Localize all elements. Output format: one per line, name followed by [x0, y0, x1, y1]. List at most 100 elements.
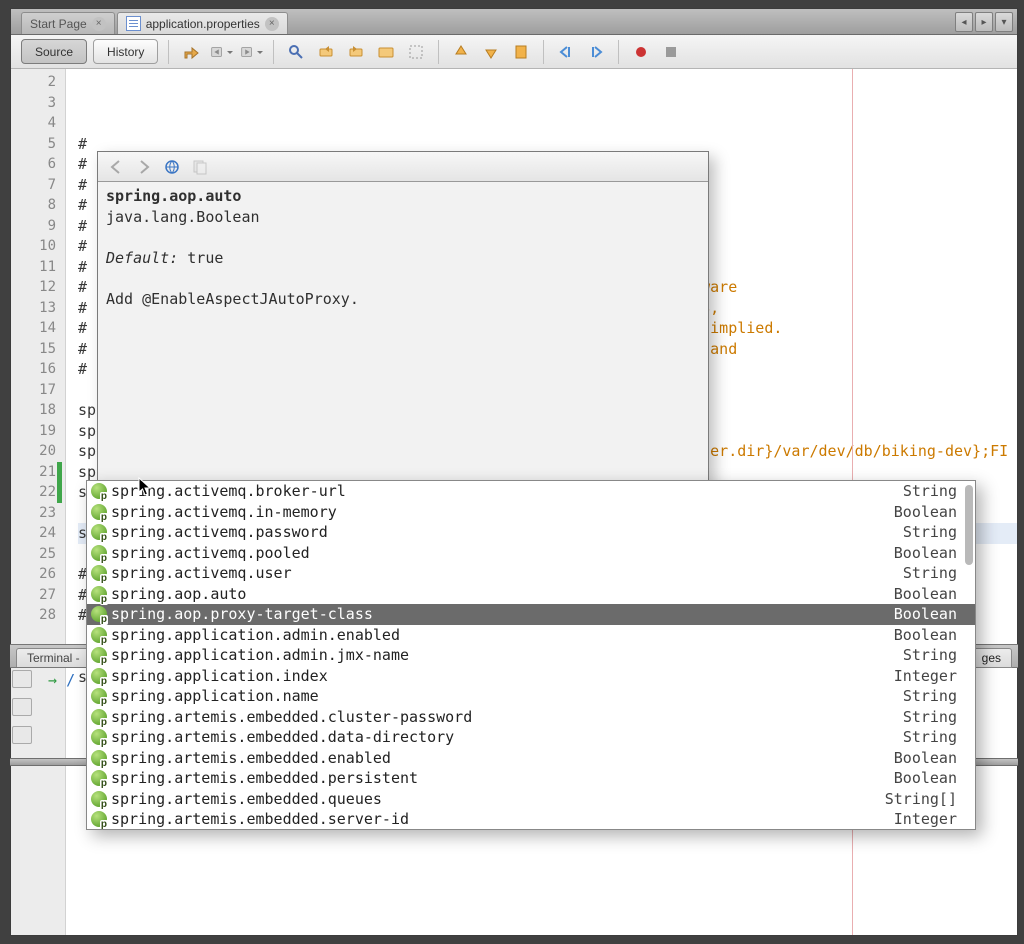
- forward-button[interactable]: [239, 40, 263, 64]
- back-button[interactable]: [209, 40, 233, 64]
- separator: [618, 40, 619, 64]
- autocomplete-type: Integer: [894, 666, 957, 687]
- tab-close-icon[interactable]: ×: [92, 17, 106, 31]
- property-icon: [91, 668, 107, 684]
- terminal-tab-label: Terminal -: [27, 651, 80, 665]
- autocomplete-scrollbar[interactable]: [965, 485, 973, 565]
- scroll-tabs-right-button[interactable]: ▸: [975, 12, 993, 32]
- tab-start-page[interactable]: Start Page ×: [21, 12, 115, 34]
- doc-back-icon[interactable]: [106, 157, 126, 177]
- autocomplete-key: spring.artemis.embedded.cluster-password: [111, 707, 899, 728]
- line-number: 22: [11, 482, 56, 503]
- terminal-tab[interactable]: Terminal -: [16, 648, 91, 667]
- scroll-tabs-left-button[interactable]: ◂: [955, 12, 973, 32]
- tab-application-properties[interactable]: application.properties ×: [117, 12, 288, 34]
- autocomplete-type: String: [903, 707, 957, 728]
- autocomplete-type: String: [903, 727, 957, 748]
- toggle-bookmark-button[interactable]: [509, 40, 533, 64]
- autocomplete-key: spring.artemis.embedded.enabled: [111, 748, 890, 769]
- autocomplete-type: String: [903, 563, 957, 584]
- autocomplete-item[interactable]: spring.activemq.broker-urlString: [87, 481, 975, 502]
- line-number: 26: [11, 564, 56, 585]
- autocomplete-item[interactable]: spring.artemis.embedded.server-idInteger: [87, 809, 975, 830]
- property-icon: [91, 729, 107, 745]
- doc-open-browser-icon[interactable]: [162, 157, 182, 177]
- autocomplete-item[interactable]: spring.activemq.in-memoryBoolean: [87, 502, 975, 523]
- property-icon: [91, 647, 107, 663]
- tab-label: Start Page: [30, 17, 87, 31]
- property-icon: [91, 483, 107, 499]
- line-number: 7: [11, 175, 56, 196]
- autocomplete-type: String[]: [885, 789, 957, 810]
- autocomplete-key: spring.application.admin.jmx-name: [111, 645, 899, 666]
- autocomplete-item[interactable]: spring.artemis.embedded.enabledBoolean: [87, 748, 975, 769]
- find-selection-button[interactable]: [284, 40, 308, 64]
- autocomplete-item[interactable]: spring.aop.autoBoolean: [87, 584, 975, 605]
- view-history-button[interactable]: History: [93, 39, 158, 64]
- bottom-right-tab[interactable]: ges: [971, 648, 1012, 668]
- line-number: 10: [11, 236, 56, 257]
- line-number: 6: [11, 154, 56, 175]
- autocomplete-item[interactable]: spring.activemq.pooledBoolean: [87, 543, 975, 564]
- last-edit-location-button[interactable]: [179, 40, 203, 64]
- toggle-highlight-button[interactable]: [374, 40, 398, 64]
- line-number: 5: [11, 134, 56, 155]
- autocomplete-item[interactable]: spring.artemis.embedded.queuesString[]: [87, 789, 975, 810]
- autocomplete-popup[interactable]: spring.activemq.broker-urlStringspring.a…: [86, 480, 976, 830]
- autocomplete-key: spring.artemis.embedded.data-directory: [111, 727, 899, 748]
- property-icon: [91, 770, 107, 786]
- autocomplete-type: Boolean: [894, 748, 957, 769]
- autocomplete-item[interactable]: spring.application.admin.jmx-nameString: [87, 645, 975, 666]
- line-number: 16: [11, 359, 56, 380]
- start-macro-recording-button[interactable]: [629, 40, 653, 64]
- doc-popup-body: spring.aop.auto java.lang.Boolean Defaul…: [98, 182, 708, 309]
- line-number: 8: [11, 195, 56, 216]
- autocomplete-type: Integer: [894, 809, 957, 830]
- autocomplete-item[interactable]: spring.aop.proxy-target-classBoolean: [87, 604, 975, 625]
- autocomplete-item[interactable]: spring.activemq.userString: [87, 563, 975, 584]
- view-source-button[interactable]: Source: [21, 39, 87, 64]
- doc-popup-toolbar: [98, 152, 708, 182]
- shift-line-left-button[interactable]: [554, 40, 578, 64]
- terminal-tool-2[interactable]: [12, 698, 32, 716]
- autocomplete-key: spring.aop.auto: [111, 584, 890, 605]
- terminal-tool-1[interactable]: [12, 670, 32, 688]
- autocomplete-key: spring.application.name: [111, 686, 899, 707]
- find-next-button[interactable]: [344, 40, 368, 64]
- autocomplete-item[interactable]: spring.application.indexInteger: [87, 666, 975, 687]
- tab-label: application.properties: [146, 17, 260, 31]
- shift-line-right-button[interactable]: [584, 40, 608, 64]
- terminal-tool-3[interactable]: [12, 726, 32, 744]
- autocomplete-item[interactable]: spring.artemis.embedded.cluster-password…: [87, 707, 975, 728]
- toggle-rectangular-selection-button[interactable]: [404, 40, 428, 64]
- autocomplete-type: Boolean: [894, 768, 957, 789]
- autocomplete-item[interactable]: spring.application.nameString: [87, 686, 975, 707]
- autocomplete-item[interactable]: spring.artemis.embedded.data-directorySt…: [87, 727, 975, 748]
- doc-forward-icon[interactable]: [134, 157, 154, 177]
- property-icon: [91, 524, 107, 540]
- line-number: 4: [11, 113, 56, 134]
- doc-open-source-icon[interactable]: [190, 157, 210, 177]
- find-previous-button[interactable]: [314, 40, 338, 64]
- autocomplete-key: spring.artemis.embedded.server-id: [111, 809, 890, 830]
- autocomplete-item[interactable]: spring.application.admin.enabledBoolean: [87, 625, 975, 646]
- autocomplete-key: spring.activemq.pooled: [111, 543, 890, 564]
- autocomplete-item[interactable]: spring.artemis.embedded.persistentBoolea…: [87, 768, 975, 789]
- line-number: 3: [11, 93, 56, 114]
- line-number: 20: [11, 441, 56, 462]
- tab-close-icon[interactable]: ×: [265, 17, 279, 31]
- property-icon: [91, 606, 107, 622]
- property-icon: [91, 565, 107, 581]
- next-bookmark-button[interactable]: [479, 40, 503, 64]
- doc-default-value: true: [178, 249, 223, 267]
- property-icon: [91, 811, 107, 827]
- property-icon: [91, 504, 107, 520]
- stop-macro-recording-button[interactable]: [659, 40, 683, 64]
- line-number: 13: [11, 298, 56, 319]
- autocomplete-item[interactable]: spring.activemq.passwordString: [87, 522, 975, 543]
- previous-bookmark-button[interactable]: [449, 40, 473, 64]
- autocomplete-key: spring.activemq.in-memory: [111, 502, 890, 523]
- autocomplete-key: spring.activemq.password: [111, 522, 899, 543]
- tabs-menu-button[interactable]: ▾: [995, 12, 1013, 32]
- line-number: 25: [11, 544, 56, 565]
